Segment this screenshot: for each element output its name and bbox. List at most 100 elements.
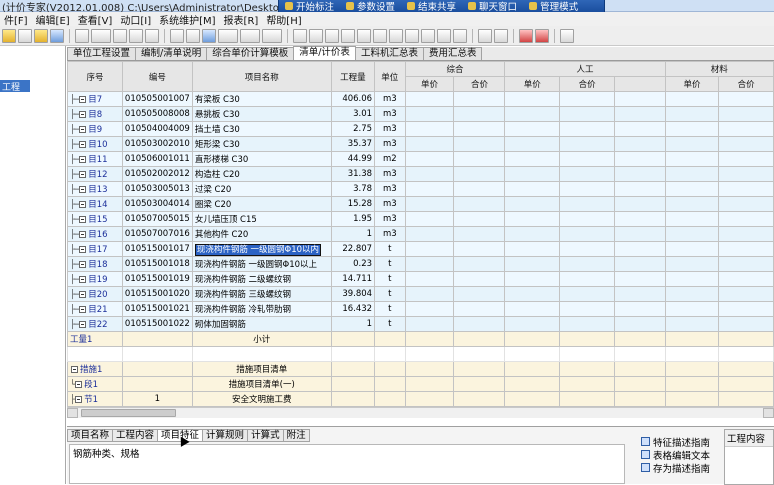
cell-qty[interactable]: 22.807 [330, 241, 376, 257]
save-icon[interactable] [50, 28, 64, 43]
cell-price[interactable] [718, 391, 774, 407]
cell-price[interactable] [614, 271, 666, 287]
collapse-toggle-icon[interactable] [75, 396, 83, 403]
cell-price[interactable] [718, 256, 774, 272]
cell-seq[interactable]: ├─ 目9 [67, 121, 123, 137]
feature-guide-button[interactable]: 特征描述指南 [641, 435, 723, 449]
cell-price[interactable] [453, 286, 506, 302]
cell-price[interactable] [614, 196, 666, 212]
cell-qty[interactable]: 15.28 [330, 196, 376, 212]
cell-qty[interactable]: 44.99 [330, 151, 376, 167]
table-row[interactable]: ├─ 目8 010505008008 悬挑板 C30 3.01 m3 [67, 106, 774, 122]
cell-name[interactable]: 小计 [191, 331, 332, 347]
cell-unit[interactable]: m3 [374, 91, 406, 107]
col-material-unit-price[interactable]: 单价 [664, 76, 720, 92]
cell-price[interactable] [664, 106, 720, 122]
cell-price[interactable] [504, 376, 560, 392]
cell-price[interactable] [558, 226, 616, 242]
cell-price[interactable] [558, 151, 616, 167]
cell-price[interactable] [504, 241, 560, 257]
cell-qty[interactable]: 1.95 [330, 211, 376, 227]
cell-code[interactable]: 010515001017 [121, 241, 193, 257]
new-file-icon[interactable] [18, 28, 32, 43]
window2-icon[interactable] [494, 28, 508, 43]
cell-price[interactable] [453, 241, 506, 257]
cell-price[interactable] [614, 301, 666, 317]
cell-qty[interactable]: 31.38 [330, 166, 376, 182]
table-row[interactable]: ├─ 目17 010515001017 现浇构件钢筋 一级圆钢Φ10以内 22.807 t [67, 241, 774, 257]
cell-price[interactable] [558, 391, 616, 407]
cell-price[interactable] [453, 271, 506, 287]
cell-price[interactable] [664, 241, 720, 257]
cell-name[interactable]: 过梁 C20 [191, 181, 332, 197]
cell-code[interactable]: 010505001007 [121, 91, 193, 107]
table-row[interactable]: ├─ 目10 010503002010 矩形梁 C30 35.37 m3 [67, 136, 774, 152]
collapse-toggle-icon[interactable] [79, 306, 87, 313]
cell-price[interactable] [718, 316, 774, 332]
cell-code[interactable]: 010503004014 [121, 196, 193, 212]
menu-view[interactable]: 查看[V] [74, 12, 117, 27]
cell-name[interactable]: 措施项目清单(一) [191, 376, 332, 392]
cell-price[interactable] [614, 286, 666, 302]
cell-price[interactable] [558, 166, 616, 182]
cell-price[interactable] [404, 271, 455, 287]
cell-qty[interactable] [330, 361, 376, 377]
cell-price[interactable] [558, 211, 616, 227]
cell-code[interactable] [121, 331, 193, 347]
print-icon[interactable] [75, 28, 89, 43]
cell-seq[interactable]: 工量1 [67, 331, 123, 347]
menu-edit[interactable]: 编辑[E] [32, 12, 74, 27]
cell-price[interactable] [664, 211, 720, 227]
cell-name[interactable]: 矩形梁 C30 [191, 136, 332, 152]
undo-icon[interactable] [170, 28, 184, 43]
cell-qty[interactable]: 14.711 [330, 271, 376, 287]
cell-qty[interactable]: 406.06 [330, 91, 376, 107]
cell-unit[interactable]: t [374, 256, 406, 272]
cell-seq[interactable]: ├─ 目10 [67, 136, 123, 152]
cell-price[interactable] [558, 181, 616, 197]
table-row[interactable]: ├─ 目14 010503004014 圈梁 C20 15.28 m3 [67, 196, 774, 212]
table-edit-text-button[interactable]: 表格编辑文本 [641, 448, 723, 462]
tab-description[interactable]: 编制/清单说明 [135, 47, 208, 60]
cell-price[interactable] [504, 181, 560, 197]
cell-name[interactable]: 其他构件 C20 [191, 226, 332, 242]
feature-text-area[interactable]: 钢筋种类、规格 [69, 444, 625, 484]
cell-price[interactable] [614, 151, 666, 167]
cell-price[interactable] [453, 196, 506, 212]
cell-price[interactable] [404, 316, 455, 332]
scroll-left-arrow-icon[interactable] [67, 408, 78, 418]
cell-price[interactable] [718, 376, 774, 392]
cell-price[interactable] [453, 121, 506, 137]
col-total-sum[interactable]: 合价 [453, 76, 506, 92]
rows-icon[interactable] [357, 28, 371, 43]
measure-row[interactable]: 措施1 措施项目清单 [67, 361, 774, 377]
cell-price[interactable] [558, 271, 616, 287]
cell-name[interactable]: 砌体加固钢筋 [191, 316, 332, 332]
menu-action[interactable]: 动口[I] [116, 12, 155, 27]
cell-seq[interactable]: ├─ 目17 [67, 241, 123, 257]
cell-price[interactable] [614, 121, 666, 137]
insert-icon[interactable] [202, 28, 216, 43]
btab-formula[interactable]: 计算式 [247, 429, 284, 442]
cell-price[interactable] [558, 286, 616, 302]
cell-price[interactable] [614, 106, 666, 122]
cell-name[interactable]: 措施项目清单 [191, 361, 332, 377]
cell-price[interactable] [404, 226, 455, 242]
cell-price[interactable] [614, 136, 666, 152]
cell-code[interactable]: 010515001018 [121, 256, 193, 272]
cell-seq[interactable]: ├ 节1 [67, 391, 123, 407]
cell-unit[interactable]: m3 [374, 121, 406, 137]
list-dropdown-icon[interactable] [91, 28, 111, 43]
cell-price[interactable] [453, 256, 506, 272]
cell-unit[interactable]: m3 [374, 211, 406, 227]
cell-unit[interactable]: t [374, 271, 406, 287]
collapse-toggle-icon[interactable] [79, 96, 87, 103]
cell-unit[interactable]: t [374, 316, 406, 332]
cell-price[interactable] [504, 256, 560, 272]
cell-name[interactable]: 构造柱 C20 [191, 166, 332, 182]
cell-price[interactable] [664, 91, 720, 107]
cell-seq[interactable]: ├─ 目14 [67, 196, 123, 212]
cell-price[interactable] [664, 286, 720, 302]
cell-price[interactable] [664, 376, 720, 392]
cell-code[interactable]: 010502002012 [121, 166, 193, 182]
